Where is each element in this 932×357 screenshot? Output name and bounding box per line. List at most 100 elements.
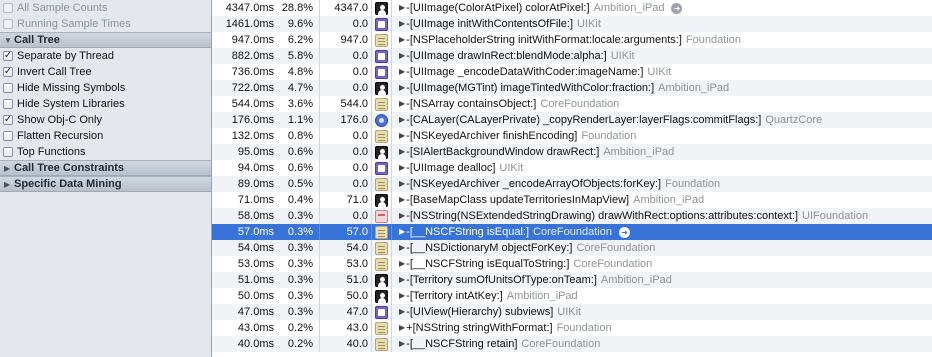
table-row[interactable]: 40.0ms 0.2% 40.0 ▶ -[__NSCFString retain] Cor… [212,336,932,352]
table-row[interactable]: 94.0ms 0.6% 0.0 ▶ -[UIImage dealloc] UIKit [212,160,932,176]
disclosure-triangle-icon[interactable]: ▶ [399,16,405,32]
option-checkbox[interactable]: ✓ Invert Call Tree [0,64,211,80]
disclosure-triangle-icon[interactable]: ▶ [399,96,405,112]
disclosure-triangle-icon[interactable]: ▶ [399,48,405,64]
table-row[interactable]: 544.0ms 3.6% 544.0 ▶ -[NSArray containsObjec… [212,96,932,112]
library-icon-cell [372,144,392,160]
symbol-name: -[UIImage dealloc] [406,162,496,174]
disclosure-triangle-icon[interactable]: ▶ [399,224,405,240]
checkbox-unchecked[interactable] [3,19,13,29]
percent-cell: 0.6% [276,160,320,176]
table-row[interactable]: 58.0ms 0.3% 0.0 ▶ -[NSString(NSExtendedStrin… [212,208,932,224]
percent-cell: 0.3% [276,256,320,272]
symbol-name: -[UIImage initWithContentsOfFile:] [406,18,574,30]
table-row[interactable]: 947.0ms 6.2% 947.0 ▶ -[NSPlaceholderString i… [212,32,932,48]
running-time-cell: 4347.0ms [225,2,274,14]
disclosure-triangle-icon[interactable]: ▶ [399,192,405,208]
disclosure-triangle-icon[interactable]: ▶ [399,0,405,16]
symbol-name: -[__NSCFString isEqual:] [406,226,530,238]
option-checkbox[interactable]: Hide Missing Symbols [0,80,211,96]
symbol-name: -[Territory sumOfUnitsOfType:onTeam:] [406,274,597,286]
table-row[interactable]: 50.0ms 0.3% 50.0 ▶ -[Territory intAtKey:] Amb… [212,288,932,304]
table-row[interactable]: 132.0ms 0.8% 0.0 ▶ -[NSKeyedArchiver finishE… [212,128,932,144]
disclosure-triangle-icon[interactable]: ▶ [399,160,405,176]
specific-data-mining-header[interactable]: ▶ Specific Data Mining [0,176,211,192]
call-tree-header[interactable]: ▼ Call Tree [0,32,211,48]
library-icon-cell [372,272,392,288]
table-row[interactable]: 51.0ms 0.3% 51.0 ▶ -[Territory sumOfUnitsOfT… [212,272,932,288]
table-row[interactable]: 176.0ms 1.1% 176.0 ▶ -[CALayer(CALayerPrivat… [212,112,932,128]
fw-library-icon [375,321,388,335]
disclosure-triangle-icon[interactable]: ▶ [399,256,405,272]
table-row[interactable]: 882.0ms 5.8% 0.0 ▶ -[UIImage drawInRect:blen… [212,48,932,64]
table-row[interactable]: 89.0ms 0.5% 0.0 ▶ -[NSKeyedArchiver _encodeA… [212,176,932,192]
symbol-cell: ▶ -[__NSCFString isEqual:] CoreFoundation ➜ [392,224,932,240]
checkbox-unchecked[interactable] [3,3,13,13]
option-checkbox[interactable]: All Sample Counts [0,0,211,16]
running-time-cell: 95.0ms [237,146,274,158]
disclosure-triangle-icon[interactable]: ▶ [399,128,405,144]
call-tree-constraints-header[interactable]: ▶ Call Tree Constraints [0,160,211,176]
checkbox-unchecked[interactable] [3,99,13,109]
disclosure-triangle-icon[interactable]: ▶ [399,336,405,352]
focus-arrow-icon[interactable]: ➜ [618,226,630,238]
symbol-name: -[NSKeyedArchiver _encodeArrayOfObjects:… [406,178,662,190]
table-row[interactable]: 95.0ms 0.6% 0.0 ▶ -[SIAlertBackgroundWindow … [212,144,932,160]
percent-cell: 3.6% [276,96,320,112]
option-label: Running Sample Times [17,18,131,30]
option-checkbox[interactable]: Hide System Libraries [0,96,211,112]
option-checkbox[interactable]: ✓ Separate by Thread [0,48,211,64]
library-name: CoreFoundation [540,98,620,110]
option-checkbox[interactable]: Flatten Recursion [0,128,211,144]
option-checkbox[interactable]: ✓ Show Obj-C Only [0,112,211,128]
fw-library-icon [375,225,388,239]
checkbox-unchecked[interactable] [3,147,13,157]
library-icon-cell [372,160,392,176]
disclosure-triangle-icon[interactable]: ▶ [399,32,405,48]
disclosure-triangle-icon[interactable]: ▶ [399,288,405,304]
disclosure-triangle-icon[interactable]: ▶ [399,272,405,288]
percent-cell: 9.6% [276,16,320,32]
disclosure-triangle-icon[interactable]: ▶ [399,320,405,336]
running-time-cell: 47.0ms [237,306,274,318]
table-row[interactable]: 736.0ms 4.8% 0.0 ▶ -[UIImage _encodeDataWith… [212,64,932,80]
option-checkbox[interactable]: Top Functions [0,144,211,160]
checkbox-checked[interactable]: ✓ [3,115,13,125]
checkbox-unchecked[interactable] [3,131,13,141]
running-time-cell: 722.0ms [231,82,274,94]
table-row[interactable]: 47.0ms 0.3% 47.0 ▶ -[UIView(Hierarchy) subvi… [212,304,932,320]
table-row[interactable]: 4347.0ms 28.8% 4347.0 ▶ -[UIImage(ColorAtPix… [212,0,932,16]
library-name: Foundation [556,322,612,334]
disclosure-triangle-icon[interactable]: ▶ [399,176,405,192]
disclosure-triangle-icon[interactable]: ▶ [399,64,405,80]
library-name: UIKit [557,306,582,318]
table-row[interactable]: 53.0ms 0.3% 53.0 ▶ -[__NSCFString isEqualToS… [212,256,932,272]
symbol-cell: ▶ -[UIImage initWithContentsOfFile:] UIKit [392,16,932,32]
checkbox-checked[interactable]: ✓ [3,67,13,77]
percent-cell: 4.7% [276,80,320,96]
disclosure-triangle-icon[interactable]: ▶ [399,304,405,320]
disclosure-triangle-icon[interactable]: ▶ [399,80,405,96]
self-time-cell: 0.0 [320,208,372,224]
table-row[interactable]: 722.0ms 4.7% 0.0 ▶ -[UIImage(MGTint) imageTi… [212,80,932,96]
library-name: UIKit [499,162,524,174]
disclosure-triangle-icon[interactable]: ▶ [399,240,405,256]
disclosure-triangle-icon[interactable]: ▶ [399,144,405,160]
table-row[interactable]: 1461.0ms 9.6% 0.0 ▶ -[UIImage initWithConten… [212,16,932,32]
fw-library-icon [375,177,388,191]
disclosure-triangle-icon[interactable]: ▶ [399,208,405,224]
table-row[interactable]: 57.0ms 0.3% 57.0 ▶ -[__NSCFString isEqual:] C… [212,224,932,240]
focus-arrow-icon[interactable]: ➜ [671,2,683,14]
symbol-name: -[UIImage _encodeDataWithCoder:imageName… [406,66,644,78]
table-row[interactable]: 54.0ms 0.3% 54.0 ▶ -[__NSDictionaryM objectF… [212,240,932,256]
symbol-name: -[UIImage(ColorAtPixel) colorAtPixel:] [406,2,590,14]
table-row[interactable]: 71.0ms 0.4% 71.0 ▶ -[BaseMapClass updateTerr… [212,192,932,208]
disclosure-open-icon: ▼ [4,35,12,45]
option-checkbox[interactable]: Running Sample Times [0,16,211,32]
percent-cell: 0.2% [276,336,320,352]
checkbox-checked[interactable]: ✓ [3,51,13,61]
table-row[interactable]: 43.0ms 0.2% 43.0 ▶ +[NSString stringWithForm… [212,320,932,336]
disclosure-triangle-icon[interactable]: ▶ [399,112,405,128]
checkbox-unchecked[interactable] [3,83,13,93]
running-time-cell: 54.0ms [237,242,274,254]
